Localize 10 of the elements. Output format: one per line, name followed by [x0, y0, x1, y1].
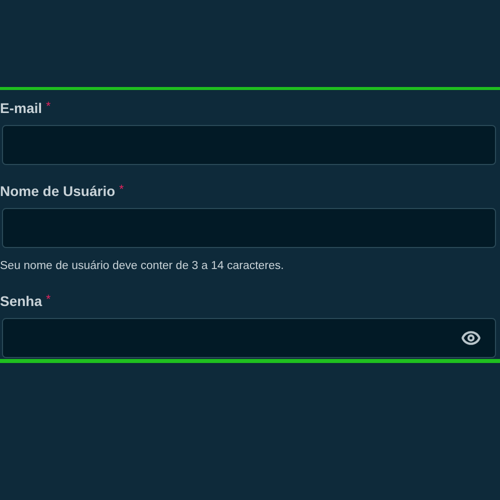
required-mark: *	[119, 181, 124, 197]
helper-text: Seu nome de usuário deve conter de 3 a 14 caracteres.	[0, 259, 285, 274]
field-label: Senha	[0, 292, 42, 312]
field-label: E-mail	[0, 99, 42, 118]
password-field[interactable]	[2, 318, 496, 358]
required-mark: *	[46, 98, 51, 114]
required-mark: *	[46, 291, 51, 308]
input-field[interactable]	[2, 125, 496, 165]
input-field[interactable]	[2, 208, 496, 248]
field-label: Nome de Usuário	[0, 182, 116, 201]
